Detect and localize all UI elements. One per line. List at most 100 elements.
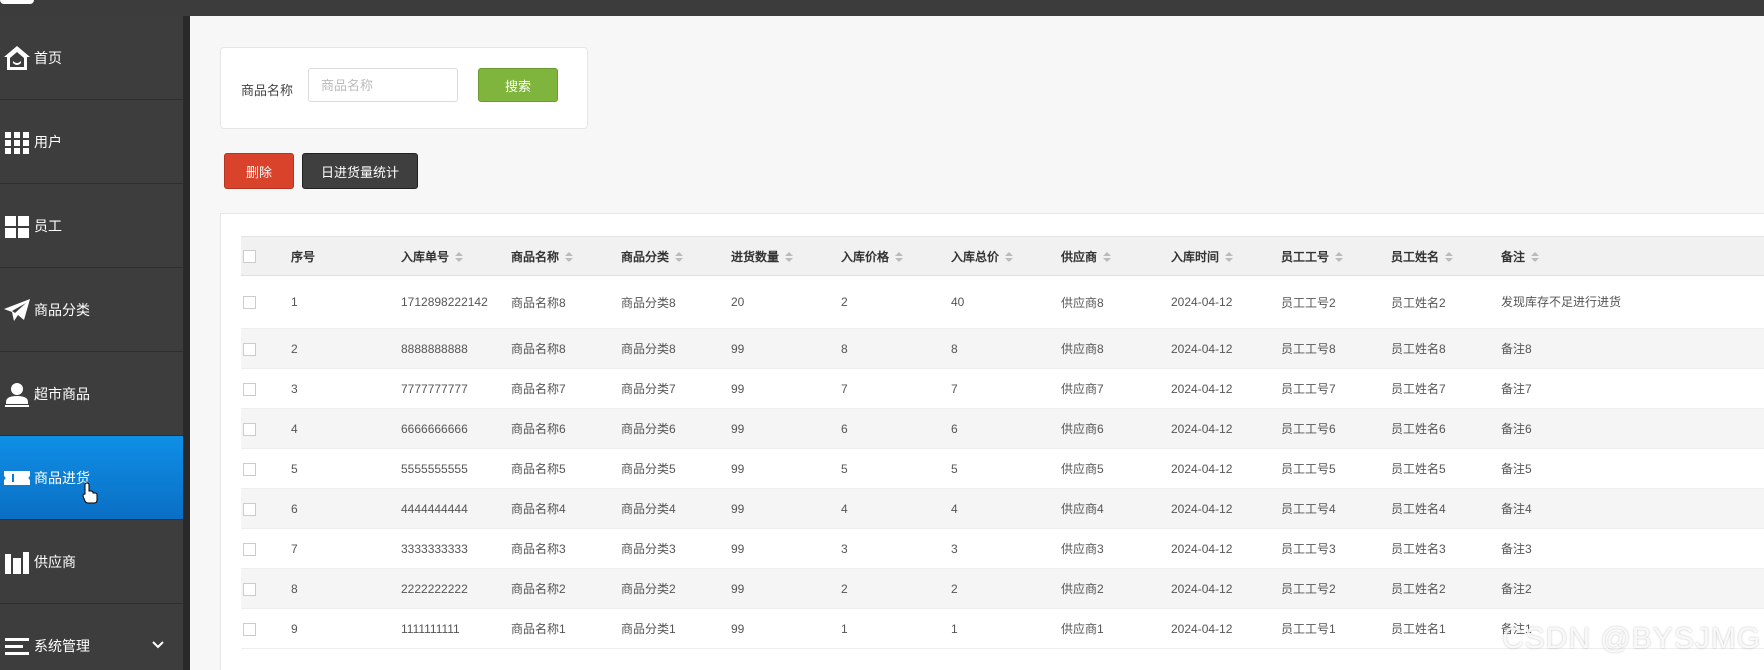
- table-row: 2 8888888888 商品名称8 商品分类8 99 8 8 供应商8 2024-04-12 员…: [241, 328, 1764, 369]
- table-cell: 员工姓名8: [1391, 342, 1446, 356]
- row-checkbox[interactable]: [243, 502, 256, 516]
- row-select-cell[interactable]: [241, 609, 291, 649]
- sort-icon[interactable]: [455, 252, 464, 263]
- table-cell: 2024-04-12: [1171, 295, 1233, 309]
- search-button[interactable]: 搜索: [478, 68, 558, 102]
- table-cell: 6666666666: [401, 421, 468, 436]
- table-cell: 1: [291, 295, 298, 309]
- header-label: 入库单号: [401, 249, 450, 264]
- grid4-icon: [2, 211, 32, 241]
- row-select-cell[interactable]: [241, 329, 291, 369]
- sort-icon[interactable]: [565, 252, 574, 263]
- table-cell: 供应商5: [1061, 462, 1104, 476]
- row-checkbox[interactable]: [243, 462, 256, 476]
- chevron-down-icon[interactable]: [151, 638, 165, 652]
- header-label: 供应商: [1061, 249, 1098, 264]
- sidebar-item-users[interactable]: 用户: [0, 100, 183, 184]
- sort-icon[interactable]: [1445, 252, 1454, 263]
- column-header[interactable]: 备注: [1501, 237, 1764, 276]
- row-select-cell[interactable]: [241, 369, 291, 409]
- sort-icon[interactable]: [1005, 252, 1014, 263]
- batch-delete-button[interactable]: 删除: [224, 153, 294, 189]
- table-cell: 6: [951, 421, 958, 436]
- column-header[interactable]: 入库总价: [951, 237, 1061, 276]
- table-cell: 供应商6: [1061, 422, 1104, 436]
- table-cell: 备注4: [1501, 502, 1532, 516]
- sidebar-item-staff[interactable]: 员工: [0, 184, 183, 268]
- sidebar-item-label: 商品分类: [34, 301, 90, 318]
- table-cell: 2024-04-12: [1171, 381, 1233, 396]
- sort-icon[interactable]: [675, 252, 684, 263]
- table-cell: 商品名称2: [511, 582, 566, 596]
- table-cell: 8: [291, 581, 298, 596]
- column-header[interactable]: 商品名称: [511, 237, 621, 276]
- sort-icon[interactable]: [785, 252, 794, 263]
- search-input[interactable]: [308, 68, 458, 102]
- table-cell: 商品分类6: [621, 422, 676, 436]
- row-checkbox[interactable]: [243, 382, 256, 396]
- daily-stat-button[interactable]: 日进货量统计: [302, 153, 418, 189]
- select-all-checkbox[interactable]: [243, 250, 256, 264]
- column-header[interactable]: 员工姓名: [1391, 237, 1501, 276]
- sort-icon[interactable]: [1335, 252, 1344, 263]
- table-cell: 发现库存不足进行进货: [1501, 295, 1622, 309]
- row-select-cell[interactable]: [241, 409, 291, 449]
- row-checkbox[interactable]: [243, 422, 256, 436]
- sidebar-item-home[interactable]: 首页: [0, 16, 183, 100]
- table-cell: 6: [841, 421, 848, 436]
- table-cell: 员工工号2: [1281, 295, 1336, 310]
- sidebar-item-label: 员工: [34, 217, 62, 234]
- row-select-cell[interactable]: [241, 276, 291, 329]
- header-label: 序号: [291, 249, 316, 264]
- column-header[interactable]: 入库单号: [401, 237, 511, 276]
- table-cell: 备注5: [1501, 462, 1532, 476]
- row-checkbox[interactable]: [243, 296, 256, 310]
- table-cell: 3: [841, 541, 848, 556]
- table-cell: 供应商8: [1061, 342, 1104, 356]
- header-label: 进货数量: [731, 249, 780, 264]
- row-checkbox[interactable]: [243, 342, 256, 356]
- column-header[interactable]: 供应商: [1061, 237, 1171, 276]
- sort-icon[interactable]: [1225, 252, 1234, 263]
- row-select-cell[interactable]: [241, 569, 291, 609]
- sort-icon[interactable]: [895, 252, 904, 263]
- table-cell: 商品分类7: [621, 382, 676, 396]
- table-cell: 2: [841, 295, 848, 309]
- column-header[interactable]: 入库时间: [1171, 237, 1281, 276]
- table-cell: 员工工号5: [1281, 462, 1336, 476]
- table-cell: 员工工号1: [1281, 622, 1336, 636]
- column-header[interactable]: 入库价格: [841, 237, 951, 276]
- row-checkbox[interactable]: [243, 582, 256, 596]
- table-row: 1 1712898222142 商品名称8 商品分类8 20 2 40 供应商8 2024-04…: [241, 276, 1764, 329]
- table-cell: 7: [841, 381, 848, 396]
- select-all-cell[interactable]: [241, 237, 291, 276]
- sidebar-item-system[interactable]: 系统管理: [0, 604, 183, 670]
- header-label: 入库时间: [1171, 249, 1220, 264]
- column-header[interactable]: 进货数量: [731, 237, 841, 276]
- sidebar-item-category[interactable]: 商品分类: [0, 268, 183, 352]
- column-header[interactable]: 员工工号: [1281, 237, 1391, 276]
- sidebar-item-products[interactable]: 超市商品: [0, 352, 183, 436]
- table-cell: 3: [951, 541, 958, 556]
- table-row: 7 3333333333 商品名称3 商品分类3 99 3 3 供应商3 2024-04-12 员…: [241, 529, 1764, 569]
- row-select-cell[interactable]: [241, 449, 291, 489]
- table-cell: 商品分类8: [621, 295, 676, 310]
- row-checkbox[interactable]: [243, 622, 256, 636]
- sort-icon[interactable]: [1103, 252, 1112, 263]
- column-header[interactable]: 商品分类: [621, 237, 731, 276]
- sidebar-item-supplier[interactable]: 供应商: [0, 520, 183, 604]
- table-cell: 2: [841, 581, 848, 596]
- row-select-cell[interactable]: [241, 489, 291, 529]
- row-select-cell[interactable]: [241, 529, 291, 569]
- row-checkbox[interactable]: [243, 542, 256, 556]
- table-cell: 商品名称6: [511, 422, 566, 436]
- sidebar-item-purchase[interactable]: 商品进货: [0, 436, 183, 520]
- sort-icon[interactable]: [1531, 252, 1540, 263]
- header-label: 备注: [1501, 249, 1526, 264]
- home-icon: [2, 43, 32, 73]
- table-cell: 99: [731, 421, 745, 436]
- table-cell: 员工姓名2: [1391, 295, 1446, 310]
- table-cell: 99: [731, 501, 745, 516]
- table-cell: 2024-04-12: [1171, 341, 1233, 356]
- table-cell: 商品分类3: [621, 542, 676, 556]
